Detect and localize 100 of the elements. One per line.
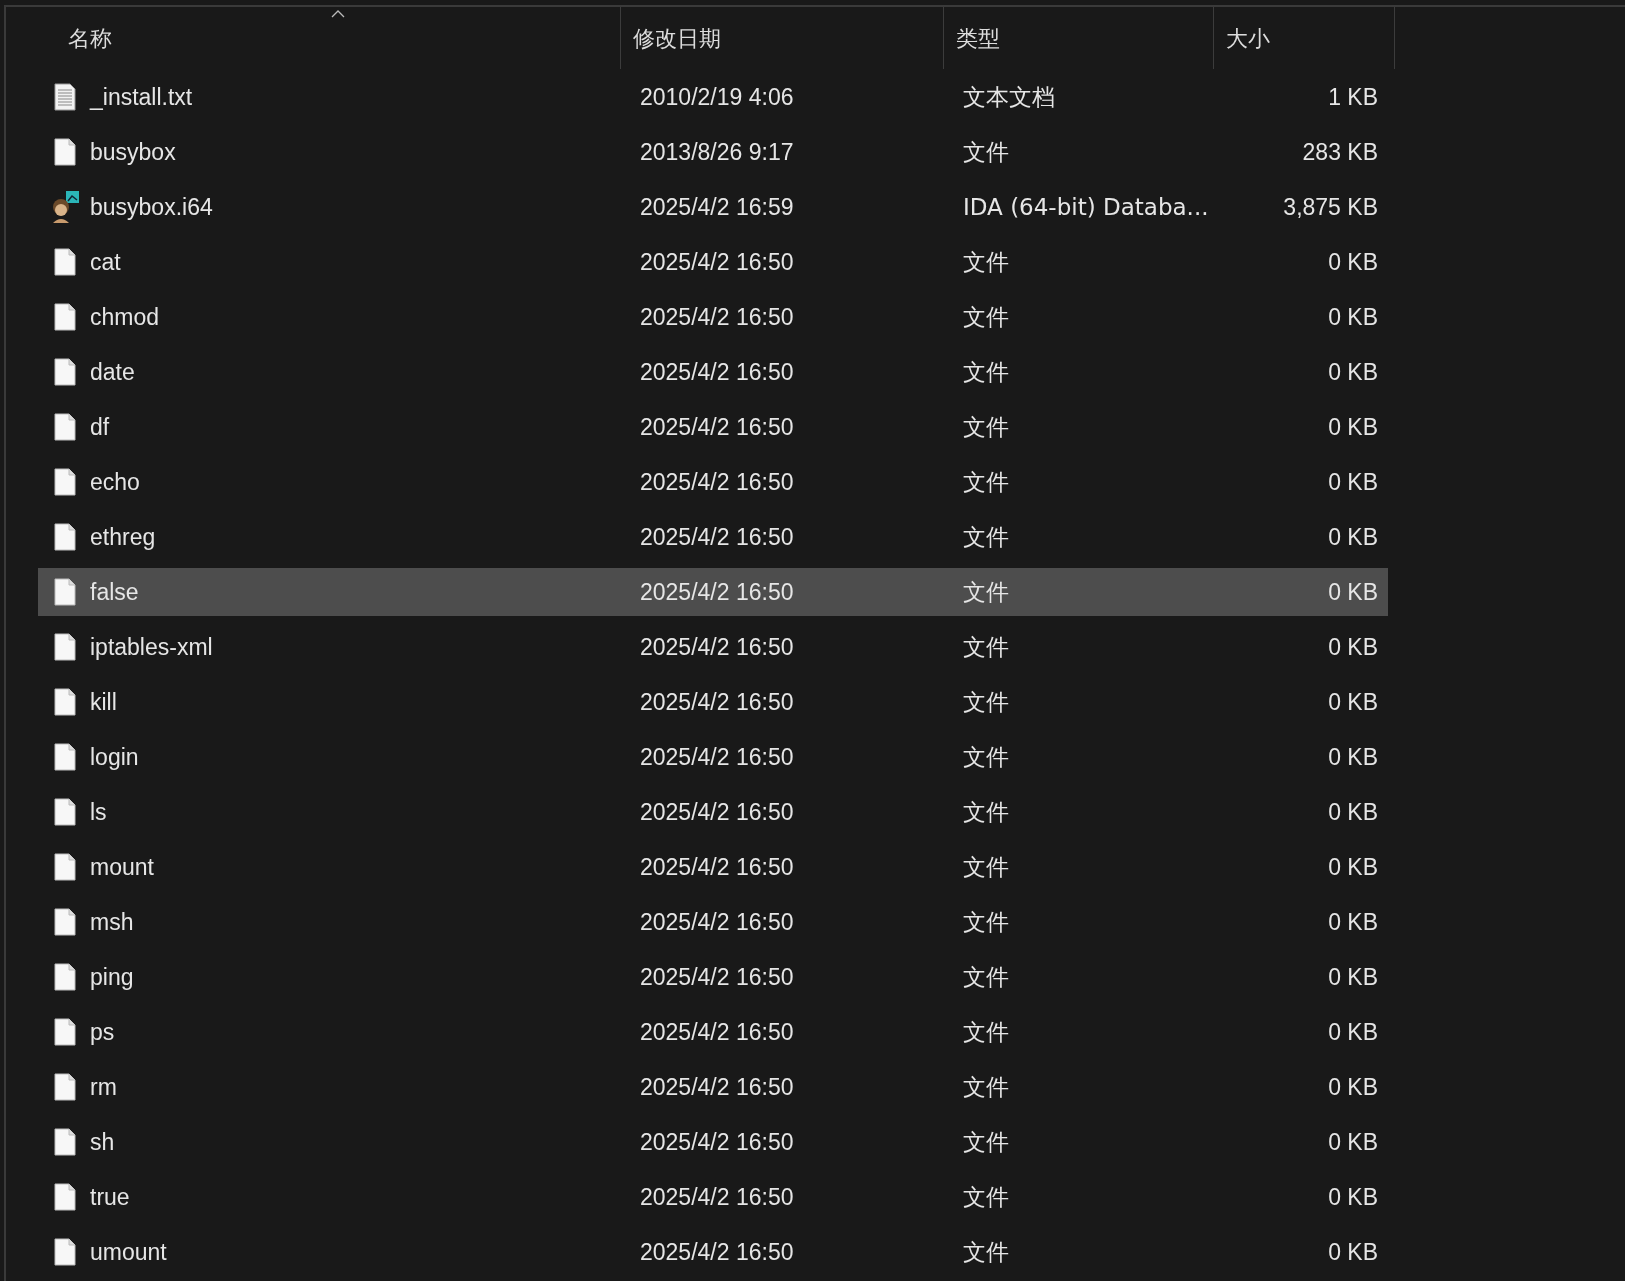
file-size: 0 KB: [1327, 467, 1378, 497]
file-type: 文件: [963, 412, 1010, 442]
file-size: 0 KB: [1327, 687, 1378, 717]
file-row[interactable]: ls 2025/4/2 16:50 文件 0 KB: [38, 788, 1388, 836]
file-row[interactable]: msh 2025/4/2 16:50 文件 0 KB: [38, 898, 1388, 946]
modified-date: 2025/4/2 16:50: [640, 1237, 795, 1267]
file-size: 1 KB: [1327, 82, 1378, 112]
sort-caret-icon: [331, 10, 346, 18]
file-size: 0 KB: [1327, 1017, 1378, 1047]
file-row[interactable]: cat 2025/4/2 16:50 文件 0 KB: [38, 238, 1388, 286]
file-name: ps: [89, 1017, 116, 1047]
file-type: 文件: [963, 467, 1010, 497]
file-size: 0 KB: [1327, 742, 1378, 772]
modified-date: 2025/4/2 16:50: [640, 687, 795, 717]
file-name: kill: [89, 687, 118, 717]
file-name: msh: [89, 907, 135, 937]
file-icon: [54, 743, 76, 771]
file-icon: [54, 1183, 76, 1211]
file-row[interactable]: ping 2025/4/2 16:50 文件 0 KB: [38, 953, 1388, 1001]
file-name: ping: [89, 962, 135, 992]
file-name: busybox: [89, 137, 177, 167]
file-type: 文件: [963, 522, 1010, 552]
file-size: 0 KB: [1327, 852, 1378, 882]
file-type: 文本文档: [963, 82, 1056, 112]
file-size: 0 KB: [1327, 247, 1378, 277]
file-size: 0 KB: [1327, 1237, 1378, 1267]
modified-date: 2025/4/2 16:50: [640, 1127, 795, 1157]
file-row[interactable]: df 2025/4/2 16:50 文件 0 KB: [38, 403, 1388, 451]
file-type: 文件: [963, 1237, 1010, 1267]
file-type: 文件: [963, 687, 1010, 717]
file-row[interactable]: echo 2025/4/2 16:50 文件 0 KB: [38, 458, 1388, 506]
file-icon: [54, 358, 76, 386]
file-type: IDA (64-bit) Databa...: [963, 192, 1210, 222]
file-size: 0 KB: [1327, 1072, 1378, 1102]
file-name: false: [89, 577, 140, 607]
file-type: 文件: [963, 247, 1010, 277]
file-row[interactable]: iptables-xml 2025/4/2 16:50 文件 0 KB: [38, 623, 1388, 671]
modified-date: 2025/4/2 16:50: [640, 577, 795, 607]
file-icon: [54, 1018, 76, 1046]
file-type: 文件: [963, 797, 1010, 827]
column-header[interactable]: 大小: [1214, 7, 1394, 69]
file-type: 文件: [963, 577, 1010, 607]
file-size: 0 KB: [1327, 577, 1378, 607]
file-icon: [54, 853, 76, 881]
file-type: 文件: [963, 632, 1010, 662]
file-row[interactable]: mount 2025/4/2 16:50 文件 0 KB: [38, 843, 1388, 891]
file-size: 0 KB: [1327, 1127, 1378, 1157]
file-icon: [54, 688, 76, 716]
file-row[interactable]: umount 2025/4/2 16:50 文件 0 KB: [38, 1228, 1388, 1276]
text-file-icon: [54, 83, 76, 111]
file-icon: [54, 633, 76, 661]
file-name: df: [89, 412, 111, 442]
file-row[interactable]: date 2025/4/2 16:50 文件 0 KB: [38, 348, 1388, 396]
file-name: busybox.i64: [89, 192, 214, 222]
column-header[interactable]: 类型: [944, 7, 1213, 69]
file-name: ethreg: [89, 522, 157, 552]
file-icon: [54, 1238, 76, 1266]
file-name: ls: [89, 797, 108, 827]
file-icon: [54, 248, 76, 276]
file-size: 0 KB: [1327, 302, 1378, 332]
file-size: 0 KB: [1327, 632, 1378, 662]
file-row[interactable]: login 2025/4/2 16:50 文件 0 KB: [38, 733, 1388, 781]
file-row[interactable]: ethreg 2025/4/2 16:50 文件 0 KB: [38, 513, 1388, 561]
file-row[interactable]: true 2025/4/2 16:50 文件 0 KB: [38, 1173, 1388, 1221]
file-name: sh: [89, 1127, 116, 1157]
file-icon: [54, 963, 76, 991]
file-row[interactable]: ps 2025/4/2 16:50 文件 0 KB: [38, 1008, 1388, 1056]
file-size: 283 KB: [1301, 137, 1378, 167]
file-icon: [54, 138, 76, 166]
file-row[interactable]: rm 2025/4/2 16:50 文件 0 KB: [38, 1063, 1388, 1111]
file-row[interactable]: kill 2025/4/2 16:50 文件 0 KB: [38, 678, 1388, 726]
file-icon: [54, 413, 76, 441]
file-name: umount: [89, 1237, 168, 1267]
file-row[interactable]: sh 2025/4/2 16:50 文件 0 KB: [38, 1118, 1388, 1166]
portrait-file-icon: [50, 191, 80, 223]
modified-date: 2025/4/2 16:50: [640, 247, 795, 277]
modified-date: 2025/4/2 16:50: [640, 1072, 795, 1102]
modified-date: 2025/4/2 16:50: [640, 412, 795, 442]
file-name: chmod: [89, 302, 161, 332]
column-header[interactable]: 修改日期: [621, 7, 943, 69]
file-type: 文件: [963, 742, 1010, 772]
file-name: mount: [89, 852, 155, 882]
file-size: 0 KB: [1327, 412, 1378, 442]
file-name: _install.txt: [88, 82, 194, 112]
file-row[interactable]: _install.txt 2010/2/19 4:06 文本文档 1 KB: [38, 73, 1388, 121]
file-row[interactable]: busybox.i64 2025/4/2 16:59 IDA (64-bit) Databa... 3,875 KB: [38, 183, 1388, 231]
file-type: 文件: [963, 1182, 1010, 1212]
file-row[interactable]: false 2025/4/2 16:50 文件 0 KB: [38, 568, 1388, 616]
column-header[interactable]: 名称: [6, 7, 620, 69]
file-size: 0 KB: [1327, 797, 1378, 827]
file-row[interactable]: chmod 2025/4/2 16:50 文件 0 KB: [38, 293, 1388, 341]
file-row[interactable]: busybox 2013/8/26 9:17 文件 283 KB: [38, 128, 1388, 176]
file-type: 文件: [963, 962, 1010, 992]
file-name: rm: [89, 1072, 118, 1102]
file-size: 0 KB: [1327, 357, 1378, 387]
file-icon: [54, 1073, 76, 1101]
file-name: date: [89, 357, 136, 387]
file-size: 0 KB: [1327, 962, 1378, 992]
file-type: 文件: [963, 852, 1010, 882]
modified-date: 2025/4/2 16:50: [640, 632, 795, 662]
